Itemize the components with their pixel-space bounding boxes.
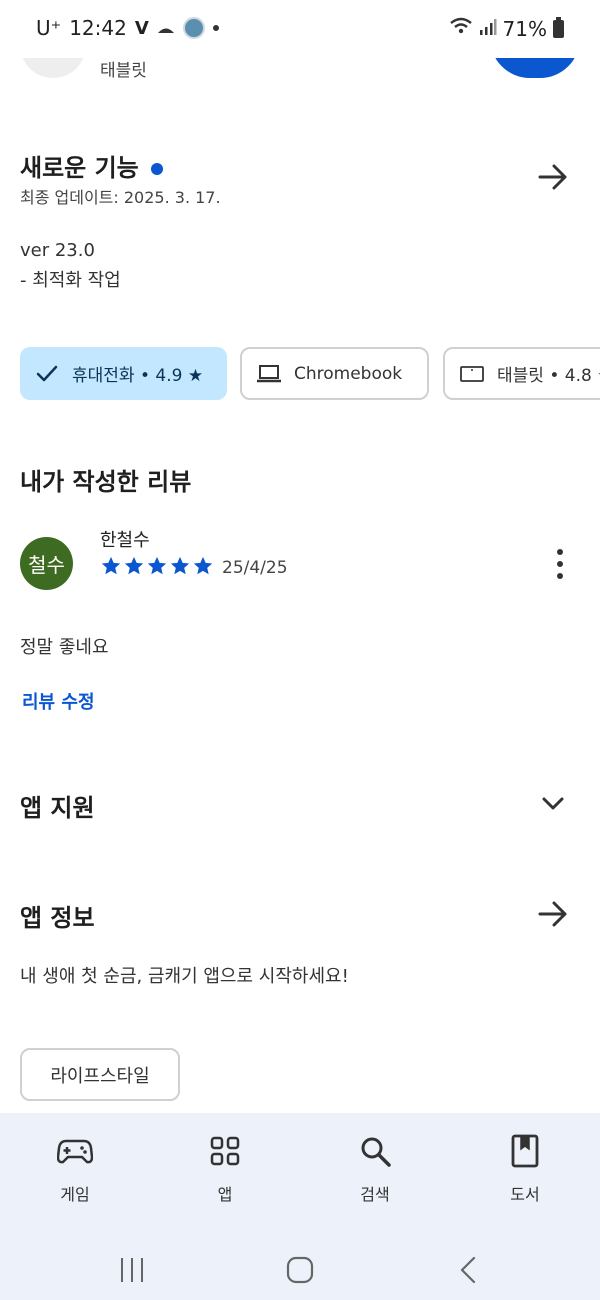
nav-label-search: 검색: [360, 1185, 390, 1204]
reviewer-name: 한철수: [100, 530, 150, 551]
status-right: 71%: [449, 16, 564, 41]
back-icon: [460, 1256, 476, 1284]
nav-label-apps: 앱: [217, 1185, 233, 1204]
chip-phone[interactable]: 휴대전화 • 4.9 ★: [20, 347, 227, 400]
whats-new-title-text: 새로운 기능: [20, 154, 139, 182]
chip-tablet-label: 태블릿 • 4.8 ★: [497, 366, 600, 386]
app-device-label: 태블릿: [100, 61, 147, 81]
chip-tablet[interactable]: 태블릿 • 4.8 ★: [443, 347, 600, 400]
status-left: U⁺ 12:42 V: [36, 16, 219, 40]
back-button[interactable]: [438, 1248, 498, 1292]
chip-chromebook-label: Chromebook: [294, 363, 403, 384]
my-review-title: 내가 작성한 리뷰: [20, 468, 192, 496]
gamepad-icon: [57, 1131, 93, 1171]
status-bar: U⁺ 12:42 V 71%: [0, 0, 600, 58]
release-version: ver 23.0: [20, 240, 95, 261]
nav-item-search[interactable]: 검색: [325, 1131, 425, 1205]
nav-item-apps[interactable]: 앱: [175, 1131, 275, 1205]
nav-item-books[interactable]: 도서: [475, 1131, 575, 1205]
apps-grid-icon: [210, 1131, 240, 1171]
check-icon: [34, 361, 60, 387]
wifi-icon: [449, 16, 473, 41]
star-icon: [101, 556, 121, 575]
more-notifications-icon: [212, 25, 219, 31]
rating-stars: [100, 555, 214, 577]
reviewer-avatar: 철수: [20, 537, 73, 590]
edit-review-link[interactable]: 리뷰 수정: [22, 688, 95, 714]
chip-phone-label: 휴대전화 • 4.9 ★: [72, 366, 204, 386]
signal-icon: [479, 17, 497, 41]
search-icon: [359, 1131, 391, 1171]
carrier-label: U⁺: [36, 16, 62, 40]
release-note-item: - 최적화 작업: [20, 270, 121, 291]
app-support-title: 앱 지원: [20, 794, 95, 822]
cloud-icon: [157, 16, 175, 40]
tablet-icon: [459, 361, 485, 387]
home-button[interactable]: [270, 1248, 330, 1292]
notification-avatar-icon: [182, 17, 205, 39]
review-text: 정말 좋네요: [20, 637, 109, 658]
star-icon: [193, 556, 213, 575]
star-icon: [147, 556, 167, 575]
bottom-navigation: 게임 앱 검색 도서: [0, 1113, 600, 1240]
release-notes: ver 23.0 - 최적화 작업: [20, 236, 121, 296]
recents-icon: [121, 1258, 143, 1282]
recents-button[interactable]: [102, 1248, 162, 1292]
arrow-right-icon: [538, 901, 567, 927]
battery-icon: [553, 16, 564, 38]
laptop-icon: [256, 361, 282, 387]
arrow-right-icon: [538, 164, 567, 190]
nav-item-games[interactable]: 게임: [25, 1131, 125, 1205]
star-icon: [124, 556, 144, 575]
app-description: 내 생애 첫 순금, 금캐기 앱으로 시작하세요!: [20, 966, 349, 987]
whats-new-arrow-button[interactable]: [533, 157, 573, 197]
battery-percent: 71%: [502, 16, 547, 41]
v-app-icon: V: [134, 17, 149, 39]
home-icon: [286, 1256, 314, 1284]
app-info-arrow-button[interactable]: [533, 894, 573, 934]
chevron-down-icon: [542, 797, 564, 810]
review-more-options-icon[interactable]: [545, 546, 575, 582]
last-updated: 최종 업데이트: 2025. 3. 17.: [20, 188, 221, 207]
nav-label-games: 게임: [60, 1185, 90, 1204]
chip-chromebook[interactable]: Chromebook: [240, 347, 429, 400]
book-icon: [510, 1131, 540, 1171]
category-chip[interactable]: 라이프스타일: [20, 1048, 180, 1101]
new-indicator-dot: [150, 163, 163, 175]
clock: 12:42: [69, 16, 127, 40]
nav-label-books: 도서: [510, 1185, 540, 1204]
review-date: 25/4/25: [222, 558, 288, 578]
system-navigation-bar: [0, 1240, 600, 1300]
star-icon: [170, 556, 190, 575]
app-info-title: 앱 정보: [20, 904, 95, 932]
app-support-expand-button[interactable]: [533, 784, 573, 824]
whats-new-title: 새로운 기능: [20, 148, 163, 183]
